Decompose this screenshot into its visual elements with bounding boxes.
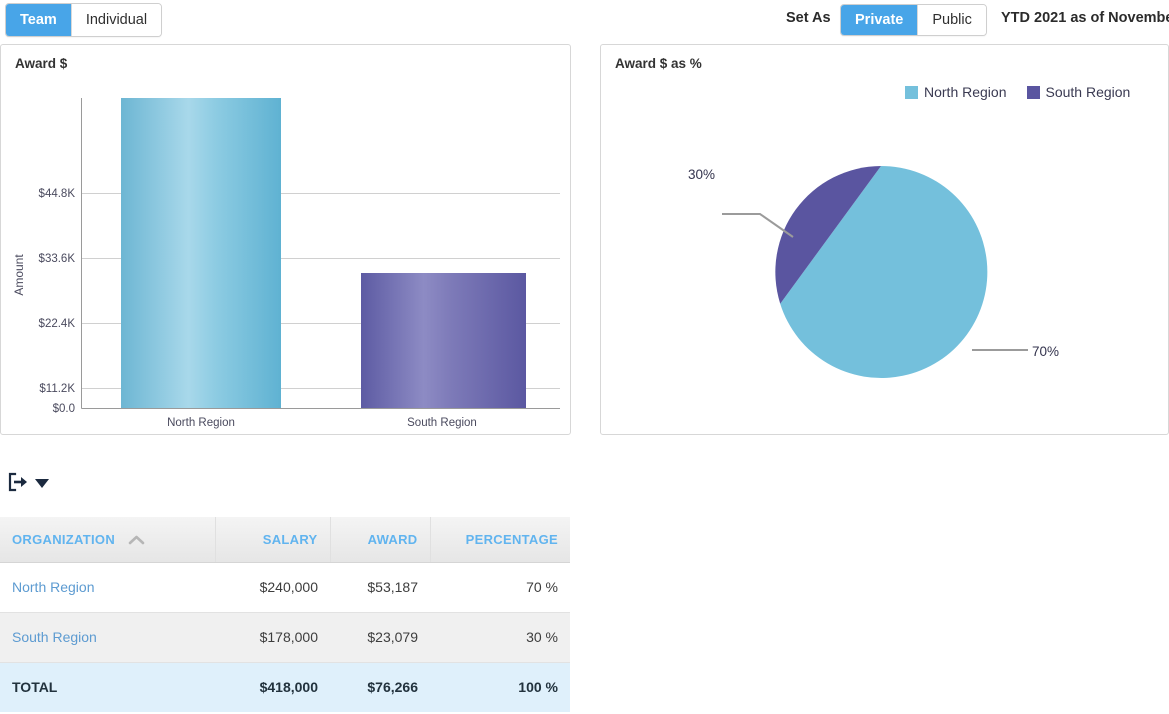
export-toolbar [0, 465, 120, 501]
organization-link[interactable]: South Region [12, 629, 97, 645]
pie-leader-line-south [722, 213, 794, 238]
bar-north-region[interactable] [121, 98, 281, 408]
award-summary-table: ORGANIZATION SALARY AWARD PERCENTAGE Nor… [0, 517, 570, 712]
cell-award: $53,187 [330, 562, 430, 613]
x-tick-label: South Region [407, 417, 477, 429]
dropdown-caret-icon[interactable] [34, 477, 50, 489]
cell-salary: $178,000 [215, 612, 330, 663]
y-axis-title: Amount [12, 254, 26, 296]
cell-total-salary: $418,000 [215, 662, 330, 712]
organization-link[interactable]: North Region [12, 579, 95, 595]
sort-ascending-icon[interactable] [128, 535, 145, 545]
tab-team[interactable]: Team [6, 4, 72, 36]
y-tick-label: $11.2K [39, 383, 75, 395]
column-header-label: ORGANIZATION [12, 531, 116, 547]
y-tick-label: $44.8K [39, 188, 76, 200]
cell-award: $23,079 [330, 612, 430, 663]
scope-tab-group[interactable]: Team Individual [5, 3, 163, 37]
visibility-tab-group[interactable]: Private Public [840, 4, 987, 36]
table-total-row: TOTAL $418,000 $76,266 100 % [0, 662, 570, 712]
cell-percentage: 70 % [430, 562, 570, 613]
cell-total-percentage: 100 % [430, 662, 570, 712]
set-as-label: Set As [786, 10, 831, 26]
pie-data-label-north: 70% [1032, 344, 1059, 359]
cell-organization: South Region [0, 612, 215, 663]
y-tick-label: $22.4K [39, 318, 76, 330]
column-header-salary[interactable]: SALARY [215, 517, 331, 563]
cell-percentage: 30 % [430, 612, 570, 663]
y-tick-label: $33.6K [39, 253, 76, 265]
bar-south-region[interactable] [361, 273, 526, 408]
column-header-label: PERCENTAGE [465, 531, 558, 547]
table-row[interactable]: North Region $240,000 $53,187 70 % [0, 562, 570, 613]
cell-total-award: $76,266 [330, 662, 430, 712]
cell-organization: North Region [0, 562, 215, 613]
top-toolbar: Team Individual Set As Private Public YT… [0, 0, 1169, 38]
column-header-percentage[interactable]: PERCENTAGE [430, 517, 570, 563]
column-header-award[interactable]: AWARD [330, 517, 431, 563]
column-header-label: AWARD [367, 531, 418, 547]
table-row[interactable]: South Region $178,000 $23,079 30 % [0, 612, 570, 663]
tab-individual[interactable]: Individual [71, 4, 162, 36]
export-icon[interactable] [6, 471, 28, 493]
column-header-organization[interactable]: ORGANIZATION [0, 517, 216, 563]
cell-total-label: TOTAL [0, 662, 215, 712]
y-tick-label: $0.0 [53, 403, 75, 415]
cell-salary: $240,000 [215, 562, 330, 613]
award-bar-chart-panel: Award $ $0.0 $11.2K $22.4K $33.6K $44.8K… [0, 44, 571, 435]
table-header-row: ORGANIZATION SALARY AWARD PERCENTAGE [0, 517, 570, 563]
tab-private[interactable]: Private [841, 5, 919, 35]
x-tick-label: North Region [167, 417, 235, 429]
pie-data-label-south: 30% [688, 167, 715, 182]
period-label: YTD 2021 as of November [1001, 10, 1169, 26]
pie-chart-svg: 30% 70% [688, 165, 1059, 378]
bar-chart-svg: $0.0 $11.2K $22.4K $33.6K $44.8K Amount … [12, 98, 560, 429]
tab-public[interactable]: Public [918, 5, 986, 35]
column-header-label: SALARY [262, 531, 318, 547]
